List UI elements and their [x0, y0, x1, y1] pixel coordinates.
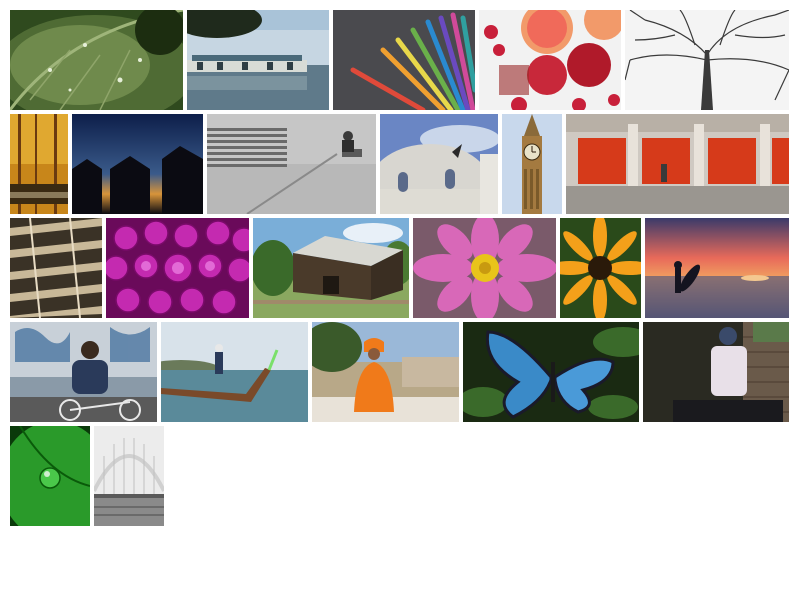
photo-leaf-water-drops[interactable]	[10, 10, 183, 110]
photo-gallery	[0, 0, 800, 600]
photo-blue-morpho-butterfly[interactable]	[463, 322, 639, 422]
photo-green-leaf-droplet[interactable]	[10, 426, 90, 526]
photo-huts-silhouette-dusk[interactable]	[72, 114, 203, 214]
photo-cyclist-graffiti[interactable]	[10, 322, 157, 422]
photo-colored-pencils[interactable]	[333, 10, 475, 110]
photo-magenta-dahlia[interactable]	[106, 218, 249, 318]
photo-orange-daisy[interactable]	[560, 218, 641, 318]
photo-spiral-staircase[interactable]	[10, 218, 102, 318]
photo-grapefruit-apples-berries[interactable]	[479, 10, 621, 110]
photo-autumn-forest-stream[interactable]	[10, 114, 68, 214]
photo-big-ben-tower[interactable]	[502, 114, 562, 214]
photo-surfer-at-sunset[interactable]	[645, 218, 789, 318]
photo-bare-tree-looking-up[interactable]	[625, 10, 789, 110]
photo-longtail-boat[interactable]	[161, 322, 308, 422]
photo-white-arched-bridge[interactable]	[94, 426, 164, 526]
photo-wooden-barn[interactable]	[253, 218, 409, 318]
photo-boathouses-on-lake[interactable]	[187, 10, 329, 110]
photo-red-garage-doors[interactable]	[566, 114, 789, 214]
photo-pink-cosmos-flower[interactable]	[413, 218, 556, 318]
photo-monk-in-orange[interactable]	[312, 322, 459, 422]
photo-concrete-wall-vent-person[interactable]	[207, 114, 376, 214]
photo-bird-over-domed-building[interactable]	[380, 114, 498, 214]
photo-woman-by-brick-wall[interactable]	[643, 322, 789, 422]
